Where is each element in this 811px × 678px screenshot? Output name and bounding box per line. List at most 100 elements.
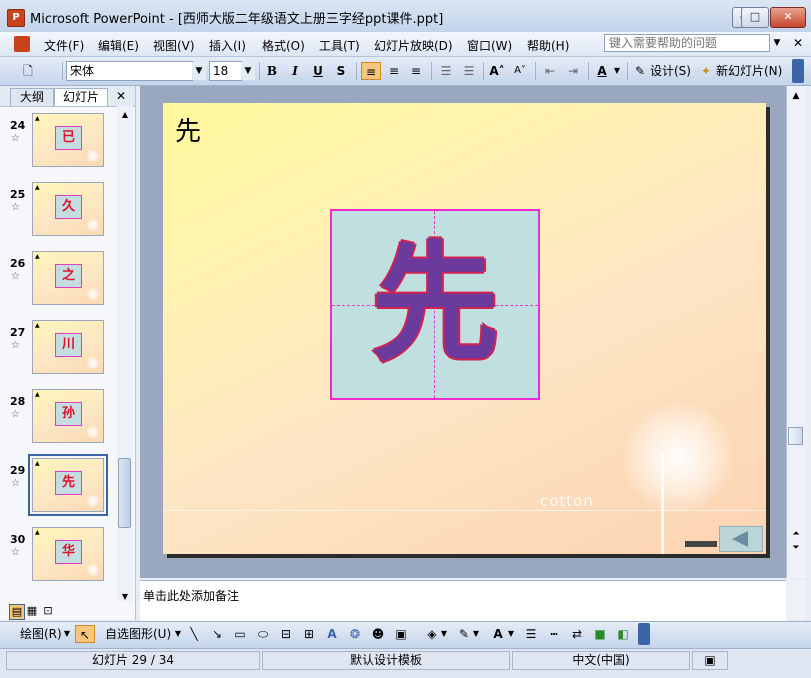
autoshapes-menu-button[interactable]: 自选图形(U)	[105, 625, 175, 643]
tab-outline[interactable]: 大纲	[10, 88, 54, 106]
slide-sorter-view-icon[interactable]: ▦	[25, 604, 39, 618]
character-grid-box[interactable]: 先	[330, 209, 540, 400]
design-button[interactable]: 设计(S)	[650, 62, 694, 80]
line-color-icon[interactable]: ✎	[456, 625, 472, 643]
fill-dropdown-icon[interactable]: ▼	[440, 625, 448, 643]
arrow-tool-icon[interactable]: ↘	[209, 625, 225, 643]
arrow-style-icon[interactable]: ⇄	[569, 625, 585, 643]
align-center-button[interactable]: ≡	[385, 62, 403, 80]
slideshow-view-icon[interactable]: ⊡	[41, 604, 55, 618]
slide-thumbnail[interactable]: ▲ 久	[32, 182, 104, 236]
select-pointer-icon[interactable]: ↖	[75, 625, 95, 643]
document-close-button[interactable]: ✕	[790, 35, 806, 51]
font-size-select[interactable]: 18	[209, 61, 242, 81]
font-color-icon[interactable]: A	[490, 625, 506, 643]
scroll-up-icon[interactable]: ▲	[788, 88, 804, 104]
line-color-dropdown-icon[interactable]: ▼	[472, 625, 480, 643]
textbox-tool-icon[interactable]: ⊟	[278, 625, 294, 643]
spelling-status-icon[interactable]: ▣	[692, 651, 728, 670]
bullets-icon[interactable]: ☰	[460, 62, 478, 80]
document-icon[interactable]	[14, 36, 30, 52]
rectangle-tool-icon[interactable]: ▭	[232, 625, 248, 643]
font-color-dropdown-icon[interactable]: ▼	[612, 62, 622, 80]
thumbnail-number: 28	[10, 395, 26, 408]
menu-insert[interactable]: 插入(I)	[209, 37, 246, 54]
help-dropdown-icon[interactable]: ▼	[771, 36, 783, 50]
new-slide-button[interactable]: 新幻灯片(N)	[716, 62, 786, 80]
autoshapes-dropdown-icon[interactable]: ▼	[174, 625, 182, 643]
pane-close-button[interactable]: ✕	[114, 88, 128, 104]
slide-canvas[interactable]: 先 先 cotton	[163, 103, 766, 554]
slide-thumbnail[interactable]: ▲ 之	[32, 251, 104, 305]
menu-edit[interactable]: 编辑(E)	[98, 37, 139, 54]
underline-button[interactable]: U	[309, 62, 327, 80]
previous-slide-icon[interactable]: ⏶	[788, 528, 804, 540]
next-slide-icon[interactable]: ⏷	[788, 542, 804, 554]
thumbnail-character-box: 之	[55, 264, 82, 288]
increase-font-icon[interactable]: A˄	[488, 62, 506, 80]
diagram-icon[interactable]: ❂	[347, 625, 363, 643]
3d-style-icon[interactable]: ◧	[615, 625, 631, 643]
draw-menu-button[interactable]: 绘图(R)	[20, 625, 68, 643]
slide-counter: 幻灯片 29 / 34	[6, 651, 260, 670]
new-document-icon[interactable]: 🗋	[20, 62, 36, 80]
font-name-dropdown-icon[interactable]: ▼	[192, 62, 206, 80]
line-tool-icon[interactable]: ╲	[186, 625, 202, 643]
slide-thumbnail[interactable]: ▲ 孙	[32, 389, 104, 443]
scroll-down-icon[interactable]: ▼	[118, 592, 132, 602]
align-right-button[interactable]: ≡	[407, 62, 425, 80]
menu-tools[interactable]: 工具(T)	[319, 37, 360, 54]
thumbnail-character-box: 久	[55, 195, 82, 219]
slide-title[interactable]: 先	[175, 111, 201, 148]
wordart-icon[interactable]: A	[324, 625, 340, 643]
decrease-indent-icon[interactable]: ⇤	[541, 62, 559, 80]
menu-slideshow[interactable]: 幻灯片放映(D)	[374, 37, 453, 54]
menu-file[interactable]: 文件(F)	[44, 37, 84, 54]
vertical-textbox-icon[interactable]: ⊞	[301, 625, 317, 643]
close-button[interactable]: ✕	[770, 7, 806, 28]
draw-dropdown-icon[interactable]: ▼	[63, 625, 71, 643]
fill-color-icon[interactable]: ◈	[424, 625, 440, 643]
normal-view-icon[interactable]: ▤	[9, 604, 25, 620]
font-color-icon[interactable]: A	[593, 62, 611, 80]
shadow-button[interactable]: S	[332, 62, 350, 80]
decrease-font-icon[interactable]: A˅	[511, 62, 529, 80]
powerpoint-app-icon[interactable]: P	[7, 9, 25, 27]
menu-view[interactable]: 视图(V)	[153, 37, 195, 54]
menu-format[interactable]: 格式(O)	[262, 37, 305, 54]
tab-slides[interactable]: 幻灯片	[54, 88, 108, 106]
menu-help[interactable]: 帮助(H)	[527, 37, 569, 54]
font-size-dropdown-icon[interactable]: ▼	[241, 62, 255, 80]
scrollbar-thumb[interactable]	[788, 427, 803, 445]
thumbnail-character: 孙	[61, 406, 75, 421]
scroll-up-icon[interactable]: ▲	[118, 108, 132, 122]
thumbnail-character-box: 川	[55, 333, 82, 357]
maximize-button[interactable]: □	[741, 7, 769, 28]
slide-thumbnail[interactable]: ▲ 已	[32, 113, 104, 167]
drawing-toolbar-options-button[interactable]	[638, 623, 650, 645]
font-name-select[interactable]: 宋体	[66, 61, 193, 81]
oval-tool-icon[interactable]: ⬭	[255, 625, 271, 643]
slide-thumbnail[interactable]: ▲ 华	[32, 527, 104, 581]
notes-placeholder[interactable]: 单击此处添加备注	[143, 587, 239, 604]
help-search-input[interactable]	[604, 34, 770, 52]
slide-thumbnail[interactable]: ▲ 川	[32, 320, 104, 374]
previous-slide-button[interactable]	[719, 526, 763, 552]
notes-scrollbar[interactable]	[786, 580, 806, 620]
increase-indent-icon[interactable]: ⇥	[564, 62, 582, 80]
line-style-icon[interactable]: ☰	[523, 625, 539, 643]
clipart-icon[interactable]: ☻	[370, 625, 386, 643]
align-left-button[interactable]: ≡	[361, 62, 381, 80]
toolbar-separator	[535, 62, 536, 80]
bold-button[interactable]: B	[263, 62, 281, 80]
dash-style-icon[interactable]: ┅	[546, 625, 562, 643]
workspace-scrollbar[interactable]	[786, 86, 807, 578]
shadow-style-icon[interactable]: ■	[592, 625, 608, 643]
menu-window[interactable]: 窗口(W)	[467, 37, 512, 54]
scrollbar-thumb[interactable]	[118, 458, 131, 528]
font-color-dropdown-icon[interactable]: ▼	[507, 625, 515, 643]
toolbar-options-button[interactable]	[792, 59, 804, 83]
picture-icon[interactable]: ▣	[393, 625, 409, 643]
numbering-icon[interactable]: ☰	[437, 62, 455, 80]
italic-button[interactable]: I	[286, 62, 304, 80]
